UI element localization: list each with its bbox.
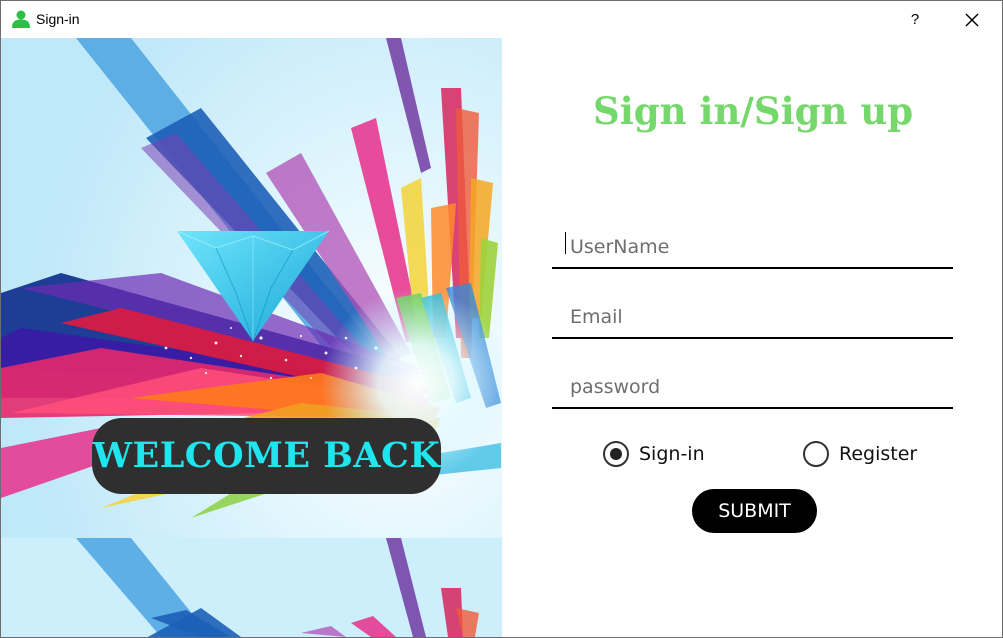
help-button[interactable]: ? bbox=[897, 5, 933, 35]
text-caret bbox=[565, 232, 566, 254]
abstract-rainbow-burst-image bbox=[1, 38, 502, 637]
form-heading: Sign in/Sign up bbox=[593, 89, 914, 133]
email-input[interactable] bbox=[570, 299, 940, 335]
radio-selected-dot bbox=[610, 448, 622, 460]
register-radio-option[interactable]: Register bbox=[803, 438, 917, 470]
window-title: Sign-in bbox=[36, 11, 80, 27]
password-input[interactable] bbox=[570, 369, 940, 405]
close-icon bbox=[965, 13, 979, 27]
username-input[interactable] bbox=[570, 229, 940, 265]
user-icon bbox=[12, 10, 30, 28]
close-button[interactable] bbox=[954, 5, 990, 35]
signin-radio-label[interactable]: Sign-in bbox=[639, 443, 705, 465]
password-field-container bbox=[552, 369, 953, 409]
username-field-container bbox=[552, 229, 953, 269]
title-bar[interactable]: Sign-in ? bbox=[1, 1, 1002, 38]
submit-button[interactable]: SUBMIT bbox=[692, 489, 817, 533]
welcome-artwork-panel: WELCOME BACK bbox=[1, 38, 502, 637]
email-field-container bbox=[552, 299, 953, 339]
register-radio-button[interactable] bbox=[803, 441, 829, 467]
signin-radio-button[interactable] bbox=[603, 441, 629, 467]
signin-window: Sign-in ? WELCOME BACK Sign in/Sign up U… bbox=[0, 0, 1003, 638]
signin-radio-option[interactable]: Sign-in bbox=[603, 438, 705, 470]
register-radio-label[interactable]: Register bbox=[839, 443, 917, 465]
welcome-back-banner: WELCOME BACK bbox=[92, 418, 441, 494]
